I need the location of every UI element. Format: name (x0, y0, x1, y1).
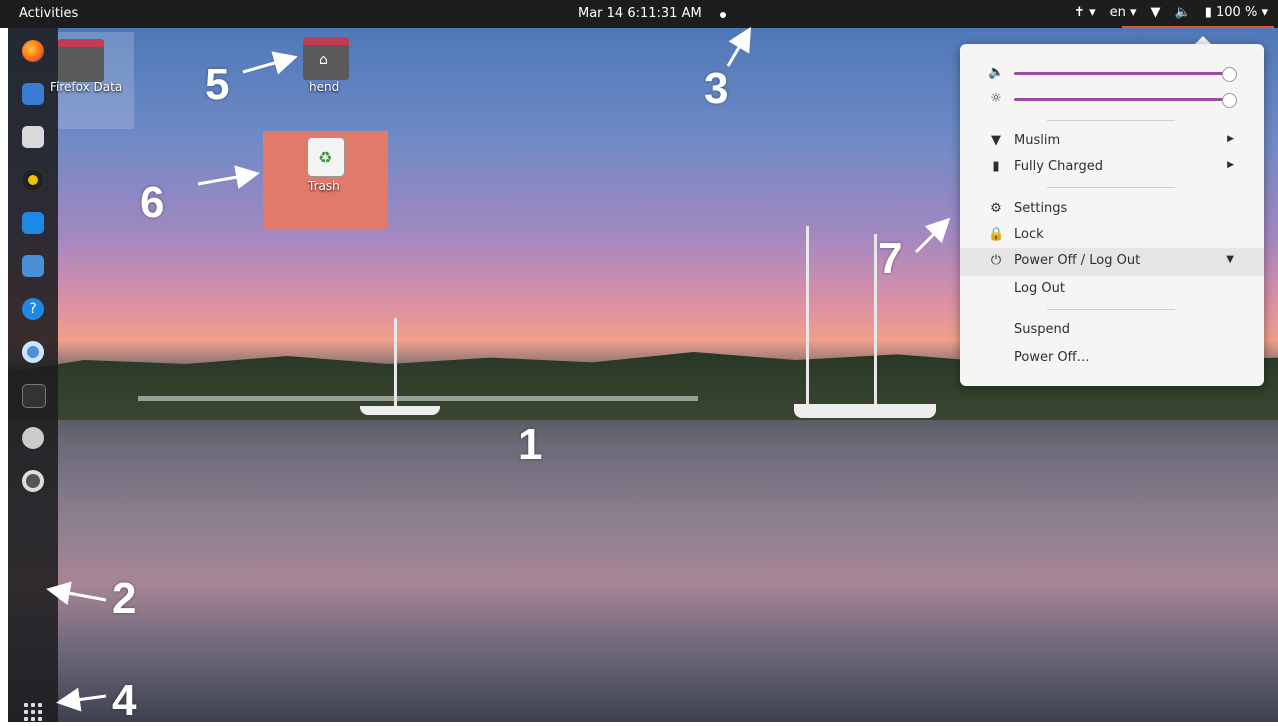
menu-item-power-off[interactable]: Power Off… (960, 345, 1264, 371)
settings-label: Settings (1014, 201, 1068, 216)
volume-slider[interactable] (1014, 72, 1230, 75)
suspend-label: Suspend (1014, 322, 1071, 337)
power-header-label: Power Off / Log Out (1014, 253, 1141, 268)
power-icon: ⏻ (990, 253, 1002, 268)
power-off-label: Power Off… (1014, 350, 1090, 365)
menu-separator (1047, 120, 1175, 121)
battery-icon: ▮ (992, 159, 1000, 174)
menu-item-log-out[interactable]: Log Out (960, 276, 1264, 302)
arrow-2 (46, 581, 107, 606)
battery-status-label: Fully Charged (1014, 159, 1103, 174)
brightness-slider[interactable] (1014, 98, 1230, 101)
brightness-slider-knob[interactable] (1222, 93, 1237, 108)
menu-item-settings[interactable]: ⚙ Settings (960, 196, 1264, 222)
arrow-6 (197, 165, 260, 189)
arrow-7 (914, 217, 951, 254)
chevron-right-icon: ▶ (1227, 134, 1234, 144)
chevron-right-icon: ▶ (1227, 160, 1234, 170)
menu-item-suspend[interactable]: Suspend (960, 317, 1264, 343)
menu-item-power-off-log-out[interactable]: ⏻ Power Off / Log Out ▼ (960, 248, 1264, 276)
arrow-3 (726, 26, 752, 67)
menu-separator (1047, 187, 1175, 188)
menu-item-battery[interactable]: ▮ Fully Charged ▶ (960, 154, 1264, 180)
gear-icon: ⚙ (990, 201, 1002, 216)
lock-icon: 🔒 (988, 227, 1005, 242)
arrow-4 (56, 687, 107, 712)
brightness-row[interactable]: ☼ (960, 86, 1264, 112)
chevron-down-icon: ▼ (1226, 254, 1234, 265)
menu-separator (1047, 309, 1175, 310)
menu-item-network[interactable]: ▼ Muslim ▶ (960, 128, 1264, 154)
network-label: Muslim (1014, 133, 1061, 148)
brightness-icon: ☼ (990, 91, 1002, 106)
volume-slider-knob[interactable] (1222, 67, 1237, 82)
menu-item-lock[interactable]: 🔒 Lock (960, 222, 1264, 248)
wifi-icon: ▼ (991, 133, 1001, 148)
volume-row[interactable]: 🔈 (960, 60, 1264, 86)
lock-label: Lock (1014, 227, 1044, 242)
system-menu: 🔈 ☼ ▼ Muslim ▶ ▮ Fully Charged ▶ ⚙ Setti… (960, 44, 1264, 386)
log-out-label: Log Out (1014, 281, 1065, 296)
volume-icon: 🔈 (988, 65, 1005, 80)
arrow-5 (242, 51, 298, 75)
